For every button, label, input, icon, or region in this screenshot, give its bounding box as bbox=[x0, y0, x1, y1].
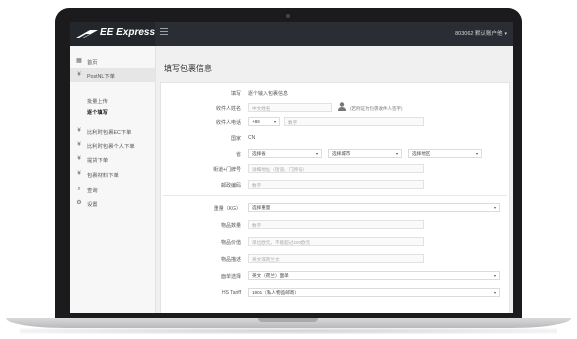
sidebar: ▦ 首页 ¥ PostNL下单 批量上传 逐个填写 ¥ 比利时包裹EC下单 ¥ … bbox=[70, 46, 156, 313]
recipient-name-label: 收件人姓名 bbox=[215, 106, 241, 112]
sidebar-item-label: 首页 bbox=[87, 60, 98, 66]
postcode-input[interactable]: 数字 bbox=[248, 180, 424, 189]
country-value: CN bbox=[248, 135, 256, 141]
city-select-value: 选择城市 bbox=[332, 151, 351, 156]
sidebar-subitem-single-entry[interactable]: 逐个填写 bbox=[87, 109, 108, 116]
laptop-shadow bbox=[20, 328, 557, 334]
sidebar-item-label: 提货下单 bbox=[87, 158, 109, 164]
qty-label: 物品数量 bbox=[220, 223, 241, 229]
form-panel: 填写 逐个输入包裹信息 收件人姓名 中文姓名 (若例证为包裹收件人签字) 收件人… bbox=[160, 82, 510, 313]
province-select[interactable]: 选择省 ▾ bbox=[248, 149, 322, 158]
qty-input[interactable]: 数字 bbox=[248, 220, 424, 229]
gear-icon: ⚙ bbox=[76, 200, 82, 206]
search-icon: ⌕ bbox=[77, 186, 81, 192]
street-input[interactable]: 详细地址（街道、门牌号） bbox=[248, 164, 424, 173]
sidebar-item-postnl[interactable]: ¥ PostNL下单 bbox=[70, 68, 155, 82]
weight-label: 重量（KG） bbox=[213, 206, 241, 212]
currency-icon: ¥ bbox=[77, 171, 81, 177]
province-select-value: 选择省 bbox=[252, 151, 266, 156]
currency-icon: ¥ bbox=[77, 156, 81, 162]
laptop-notch bbox=[258, 318, 318, 322]
country-label: 国家 bbox=[230, 136, 241, 142]
lang-select[interactable]: 英文（荷兰）面单 ▾ bbox=[248, 271, 500, 280]
province-label: 省 bbox=[235, 152, 241, 158]
district-select-value: 选择地区 bbox=[412, 151, 431, 156]
hs-label: HS Tariff bbox=[222, 290, 241, 296]
sidebar-item-belgium-personal[interactable]: ¥ 比利时包裹个人下单 bbox=[70, 138, 155, 152]
note-text: 逐个输入包裹信息 bbox=[248, 91, 289, 97]
sidebar-item-settings[interactable]: ⚙ 设置 bbox=[70, 196, 155, 210]
chevron-down-icon: ▾ bbox=[475, 151, 478, 156]
sidebar-item-label: 比利时包裹EC下单 bbox=[87, 130, 132, 136]
page-title: 填写包裹信息 bbox=[164, 64, 212, 73]
sidebar-item-home[interactable]: ▦ 首页 bbox=[70, 54, 155, 68]
chevron-down-icon: ▾ bbox=[493, 273, 496, 278]
weight-select[interactable]: 选择重量 ▾ bbox=[248, 203, 500, 212]
user-menu[interactable]: 803062 默认账户他 ▾ bbox=[455, 29, 507, 37]
chevron-down-icon: ▾ bbox=[493, 290, 496, 295]
sidebar-item-belgium-ec[interactable]: ¥ 比利时包裹EC下单 bbox=[70, 124, 155, 138]
sidebar-item-label: 比利时包裹个人下单 bbox=[87, 144, 135, 150]
sidebar-subitem-batch-upload[interactable]: 批量上传 bbox=[87, 98, 108, 105]
currency-icon: ¥ bbox=[77, 142, 81, 148]
grid-icon: ▦ bbox=[76, 58, 82, 64]
chevron-down-icon: ▾ bbox=[493, 205, 496, 210]
user-icon bbox=[338, 102, 346, 111]
phone-code-select[interactable]: +86 ▾ bbox=[248, 117, 280, 126]
sidebar-item-label: 查询 bbox=[87, 188, 98, 194]
chevron-down-icon: ▾ bbox=[315, 151, 318, 156]
chevron-down-icon: ▾ bbox=[504, 31, 507, 37]
note-label: 填写 bbox=[230, 91, 241, 97]
sidebar-item-label: PostNL下单 bbox=[87, 74, 115, 80]
lang-select-value: 英文（荷兰）面单 bbox=[252, 273, 289, 278]
value-label: 物品价值 bbox=[220, 240, 241, 246]
recipient-phone-label: 收件人电话 bbox=[215, 120, 241, 126]
brand[interactable]: EE Express bbox=[70, 22, 155, 46]
logo-text: EE Express bbox=[100, 27, 156, 38]
logo-wings-icon bbox=[76, 30, 98, 38]
screen: EE Express 803062 默认账户他 ▾ ▦ 首页 ¥ PostNL下单… bbox=[70, 22, 513, 313]
hs-select-value: 1901（私人物品邮寄） bbox=[252, 290, 299, 295]
desc-label: 物品描述 bbox=[220, 257, 241, 263]
postcode-label: 邮政编码 bbox=[220, 183, 241, 189]
desc-input[interactable]: 英文或荷兰文 bbox=[248, 254, 424, 263]
sidebar-item-packaging[interactable]: ¥ 包裹材料下单 bbox=[70, 167, 155, 181]
hs-select[interactable]: 1901（私人物品邮寄） ▾ bbox=[248, 288, 500, 297]
sidebar-item-pickup[interactable]: ¥ 提货下单 bbox=[70, 152, 155, 166]
city-select[interactable]: 选择城市 ▾ bbox=[328, 149, 402, 158]
sidebar-item-label: 设置 bbox=[87, 202, 98, 208]
hamburger-icon[interactable] bbox=[160, 28, 168, 37]
value-input[interactable]: 单位欧元，不能超过200欧元 bbox=[248, 237, 424, 246]
camera bbox=[286, 14, 290, 18]
currency-icon: ¥ bbox=[77, 128, 81, 134]
lang-label: 面单选择 bbox=[220, 274, 241, 280]
sidebar-item-search[interactable]: ⌕ 查询 bbox=[70, 182, 155, 196]
currency-icon: ¥ bbox=[77, 72, 81, 78]
chevron-down-icon: ▾ bbox=[273, 119, 276, 124]
sidebar-item-label: 包裹材料下单 bbox=[87, 173, 119, 179]
recipient-name-input[interactable]: 中文姓名 bbox=[248, 103, 332, 112]
weight-select-value: 选择重量 bbox=[252, 205, 271, 210]
user-name: 803062 默认账户他 bbox=[455, 31, 503, 37]
top-bar: EE Express 803062 默认账户他 ▾ bbox=[70, 22, 513, 46]
main-content: 填写包裹信息 填写 逐个输入包裹信息 收件人姓名 中文姓名 (若例证为包裹收件人… bbox=[156, 46, 513, 313]
phone-input[interactable]: 数字 bbox=[284, 117, 424, 126]
section-divider bbox=[163, 195, 507, 196]
street-label: 街道+门牌号 bbox=[213, 167, 241, 173]
phone-code-value: +86 bbox=[252, 119, 260, 124]
recipient-name-hint: (若例证为包裹收件人签字) bbox=[350, 106, 403, 111]
district-select[interactable]: 选择地区 ▾ bbox=[408, 149, 482, 158]
chevron-down-icon: ▾ bbox=[395, 151, 398, 156]
